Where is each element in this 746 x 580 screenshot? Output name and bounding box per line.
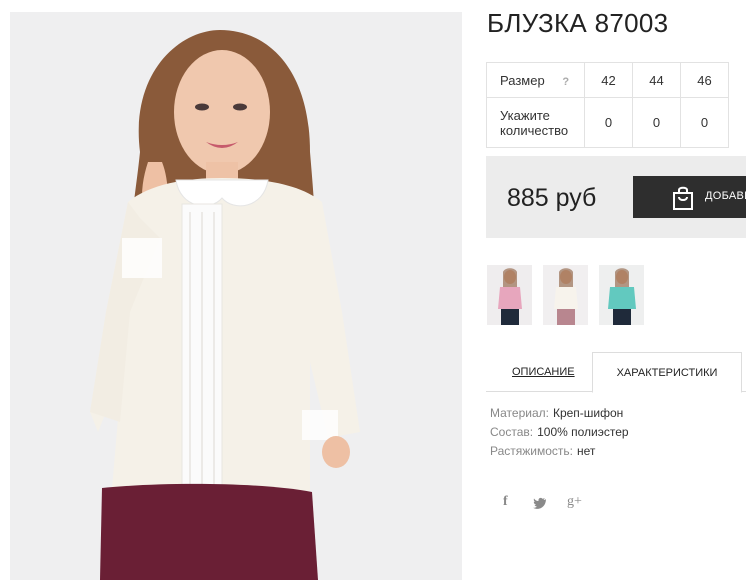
help-icon[interactable]: ? [562,76,569,88]
price-box: 885 руб ДОБАВИТЬ [486,156,746,238]
thumb-mint[interactable] [599,265,644,325]
price: 885 руб [507,184,597,212]
size-table: Размер ? 42 44 46 Укажите количество 0 0… [486,62,729,148]
facebook-icon[interactable]: f [503,494,508,510]
tab-description[interactable]: ОПИСАНИЕ [512,352,575,392]
quantity-46[interactable]: 0 [680,97,729,148]
quantity-42[interactable]: 0 [584,97,633,148]
add-to-cart-label: ДОБАВИТЬ [705,190,746,202]
size-44: 44 [632,62,681,98]
characteristic-key: Растяжимость: [490,444,574,458]
size-label: Размер [500,72,545,88]
quantity-44[interactable]: 0 [632,97,681,148]
characteristic-row: Растяжимость: нет [490,444,629,463]
characteristic-value: 100% полиэстер [537,425,629,439]
characteristic-value: Креп-шифон [552,406,624,420]
size-label-cell: Размер ? [486,62,585,98]
size-46: 46 [680,62,729,98]
characteristic-row: Состав: 100% полиэстер [490,425,629,444]
characteristic-key: Состав: [490,425,534,439]
tab-characteristics[interactable]: ХАРАКТЕРИСТИКИ [592,352,742,393]
thumb-cream[interactable] [543,265,588,325]
twitter-icon[interactable] [533,496,547,512]
size-row: Размер ? 42 44 46 [486,62,729,98]
google-plus-icon[interactable]: g+ [567,494,582,510]
characteristic-value: нет [577,444,596,458]
size-42: 42 [584,62,633,98]
quantity-row: Укажите количество 0 0 0 [486,97,729,148]
thumb-pink[interactable] [487,265,532,325]
product-photo [10,12,462,580]
quantity-label-text: Укажите количество [500,107,569,138]
characteristic-key: Материал: [490,406,549,420]
product-title: БЛУЗКА 87003 [487,8,669,38]
info-tabs: ОПИСАНИЕ ХАРАКТЕРИСТИКИ [486,352,746,393]
characteristics-list: Материал: Креп-шифон Состав: 100% полиэсте… [490,406,629,463]
add-to-cart-button[interactable]: ДОБАВИТЬ [633,176,746,218]
quantity-label: Укажите количество [486,97,585,148]
shopping-bag-icon [671,185,695,216]
characteristic-row: Материал: Креп-шифон [490,406,629,425]
